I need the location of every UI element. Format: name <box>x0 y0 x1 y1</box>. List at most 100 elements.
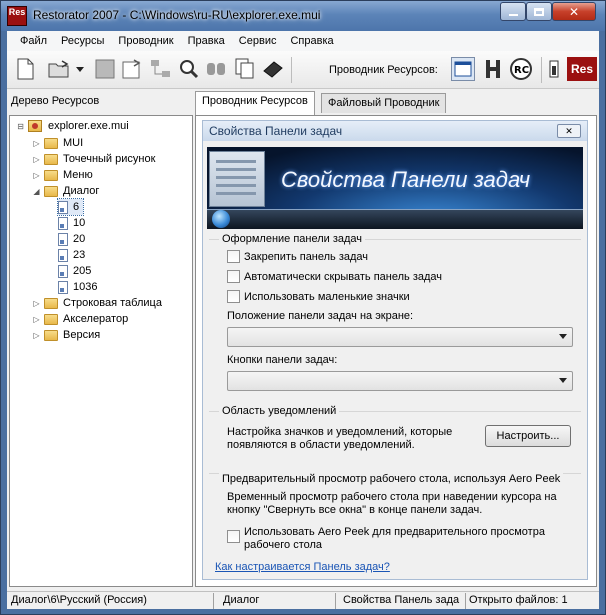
menu-bar: Файл Ресурсы Проводник Правка Сервис Спр… <box>7 31 599 51</box>
expand-icon[interactable]: ▷ <box>32 299 41 308</box>
close-icon: ✕ <box>565 125 573 136</box>
resource-book-button[interactable] <box>261 57 285 81</box>
info-icon <box>549 60 559 78</box>
tree-item-label: Диалог <box>63 185 100 197</box>
maximize-button[interactable] <box>526 2 552 21</box>
status-type: Диалог <box>223 594 260 606</box>
tree-item-dialog-20[interactable]: 20 <box>58 231 85 247</box>
collapse-icon[interactable]: ◢ <box>32 187 41 196</box>
menu-resources[interactable]: Ресурсы <box>54 35 111 47</box>
chevron-down-icon <box>559 334 567 339</box>
dialog-resource-icon <box>58 248 68 262</box>
menu-service[interactable]: Сервис <box>232 35 284 47</box>
resource-tree-header: Дерево Ресурсов <box>11 95 100 107</box>
menu-edit[interactable]: Правка <box>181 35 232 47</box>
resource-info-button[interactable] <box>547 57 561 81</box>
tab-resource-explorer[interactable]: Проводник Ресурсов <box>195 91 315 115</box>
new-button[interactable] <box>13 57 37 81</box>
save-icon <box>95 59 115 79</box>
tree-item-dialog-10[interactable]: 10 <box>58 215 85 231</box>
copy-button[interactable] <box>233 57 257 81</box>
tree-item-dialog-205[interactable]: 205 <box>58 263 91 279</box>
tree-item-dialog-23[interactable]: 23 <box>58 247 85 263</box>
tree-item-mui[interactable]: ▷ MUI <box>32 135 83 151</box>
notification-area-group: Область уведомлений Настройка значков и … <box>209 405 581 467</box>
dialog-resource-icon <box>58 264 68 278</box>
hex-view-button[interactable] <box>481 57 505 81</box>
tree-root[interactable]: ⊟ explorer.exe.mui <box>16 118 129 134</box>
checkbox-box[interactable] <box>227 250 240 263</box>
title-bar[interactable]: Res Restorator 2007 - C:\Windows\ru-RU\e… <box>1 1 605 31</box>
find-next-button[interactable] <box>205 57 229 81</box>
expand-icon[interactable]: ▷ <box>32 331 41 340</box>
dialog-resource-icon <box>58 200 68 214</box>
tree-item-label: 20 <box>73 233 86 245</box>
expand-icon[interactable]: ▷ <box>32 171 41 180</box>
aero-peek-checkbox[interactable]: Использовать Aero Peek для предварительн… <box>227 526 545 552</box>
menu-explorer[interactable]: Проводник <box>111 35 180 47</box>
extract-button[interactable] <box>149 57 173 81</box>
banner-title: Свойства Панели задач <box>281 167 531 192</box>
minimize-icon <box>508 13 518 16</box>
view-explorer-button[interactable] <box>451 57 475 81</box>
menu-help[interactable]: Справка <box>283 35 340 47</box>
folder-icon <box>44 329 58 341</box>
tree-icon <box>151 60 170 77</box>
tree-item-version[interactable]: ▷ Версия <box>32 327 100 343</box>
autohide-taskbar-checkbox[interactable]: Автоматически скрывать панель задач <box>227 270 442 283</box>
tab-bar: Проводник Ресурсов Файловый Проводник <box>195 91 599 115</box>
menu-file[interactable]: Файл <box>13 35 54 47</box>
tree-item-bitmap[interactable]: ▷ Точечный рисунок <box>32 151 155 167</box>
small-icons-checkbox[interactable]: Использовать маленькие значки <box>227 290 410 303</box>
checkbox-label: Использовать Aero Peek для предварительн… <box>244 526 545 538</box>
copy-icon <box>235 58 254 79</box>
chevron-down-icon <box>559 378 567 383</box>
checkbox-label: Использовать маленькие значки <box>244 290 410 303</box>
explorer-label: Проводник Ресурсов: <box>329 64 438 76</box>
aero-peek-group: Предварительный просмотр рабочего стола,… <box>209 473 581 555</box>
app-window: Res Restorator 2007 - C:\Windows\ru-RU\e… <box>0 0 606 615</box>
tree-item-dialog-6[interactable]: 6 <box>56 198 85 216</box>
tree-item-accelerator[interactable]: ▷ Акселератор <box>32 311 128 327</box>
toolbar-separator-2 <box>541 57 542 83</box>
folder-icon <box>44 313 58 325</box>
tree-item-dialog[interactable]: ◢ Диалог <box>32 183 99 199</box>
checkbox-box[interactable] <box>227 270 240 283</box>
expand-icon[interactable]: ▷ <box>32 139 41 148</box>
minimize-button[interactable] <box>500 2 526 21</box>
folder-icon <box>44 169 58 181</box>
save-as-button[interactable] <box>121 57 145 81</box>
checkbox-box[interactable] <box>227 530 240 543</box>
expand-icon[interactable]: ▷ <box>32 155 41 164</box>
resource-tree[interactable]: ⊟ explorer.exe.mui ▷ MUI ▷ Точечный рисунок… <box>9 115 193 587</box>
toolbar-separator <box>291 57 292 83</box>
close-button[interactable]: ✕ <box>552 2 596 21</box>
find-button[interactable] <box>177 57 201 81</box>
save-button[interactable] <box>93 57 117 81</box>
taskbar-position-select[interactable] <box>227 327 573 347</box>
tree-item-string-table[interactable]: ▷ Строковая таблица <box>32 295 162 311</box>
dialog-close-button[interactable]: ✕ <box>557 124 581 138</box>
expand-icon[interactable]: ▷ <box>32 315 41 324</box>
lock-taskbar-checkbox[interactable]: Закрепить панель задач <box>227 250 368 263</box>
taskbar-banner-image: Свойства Панели задач <box>207 147 583 229</box>
tree-item-dialog-1036[interactable]: 1036 <box>58 279 97 295</box>
tree-item-label: Точечный рисунок <box>63 153 156 165</box>
open-dropdown-button[interactable] <box>73 57 87 81</box>
checkbox-box[interactable] <box>227 290 240 303</box>
open-button[interactable] <box>47 57 71 81</box>
tree-item-label: 23 <box>73 249 86 261</box>
notification-text-1: Настройка значков и уведомлений, которые <box>227 426 453 438</box>
tree-item-menu[interactable]: ▷ Меню <box>32 167 92 183</box>
exe-icon <box>28 120 42 132</box>
app-icon[interactable]: Res <box>7 6 27 26</box>
tab-file-explorer[interactable]: Файловый Проводник <box>321 93 447 113</box>
taskbar-buttons-select[interactable] <box>227 371 573 391</box>
collapse-icon[interactable]: ⊟ <box>16 122 25 131</box>
resource-code-button[interactable]: RC <box>509 57 533 81</box>
status-name: Свойства Панель зада <box>343 594 460 606</box>
tree-item-label: 10 <box>73 217 86 229</box>
tree-item-label: Версия <box>63 329 101 341</box>
configure-button[interactable]: Настроить... <box>485 425 571 447</box>
taskbar-help-link[interactable]: Как настраивается Панель задач? <box>215 561 390 573</box>
